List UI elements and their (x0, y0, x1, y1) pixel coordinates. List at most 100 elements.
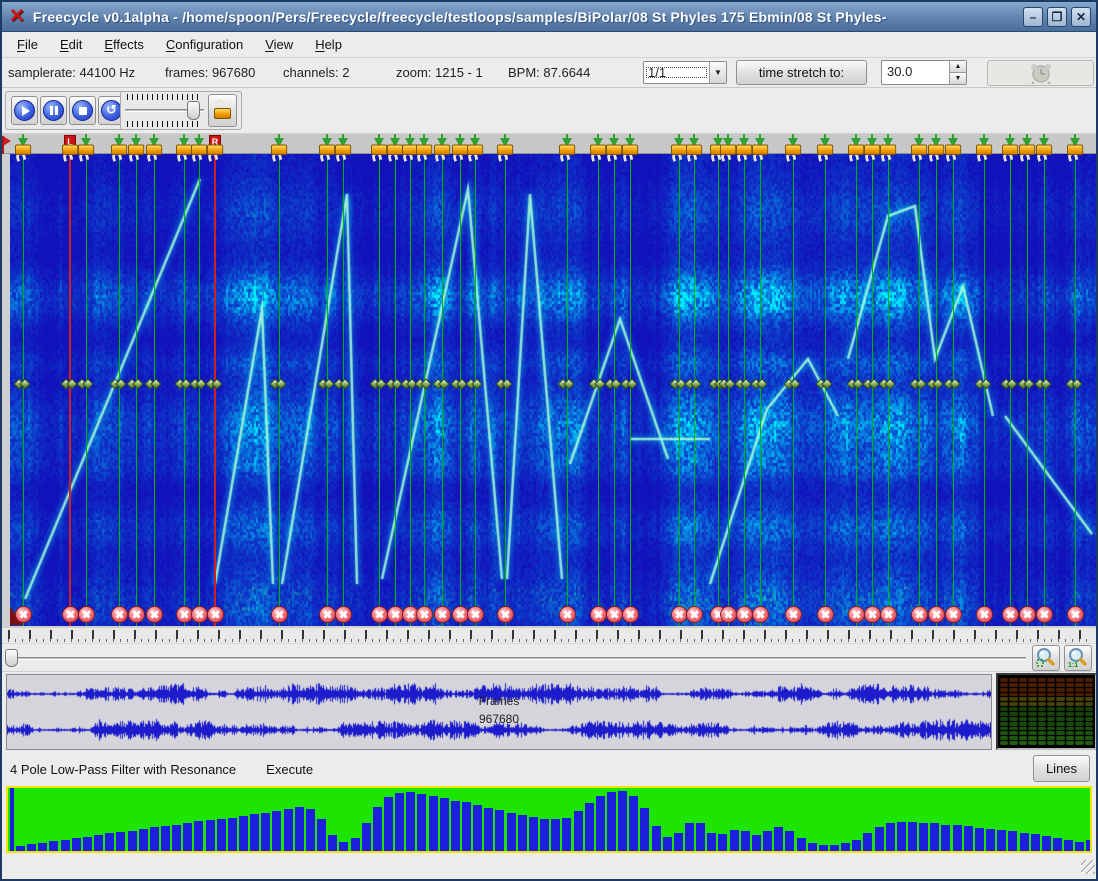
envelope-bar[interactable] (629, 796, 638, 851)
slice-diamond-handle[interactable] (686, 380, 698, 388)
slice-diamond-handle[interactable] (371, 380, 383, 388)
slice-delete-icon[interactable] (207, 606, 224, 623)
envelope-bar[interactable] (194, 821, 203, 851)
envelope-bar[interactable] (150, 827, 159, 851)
slice-delete-icon[interactable] (62, 606, 79, 623)
envelope-bar[interactable] (718, 834, 727, 851)
slice-delete-icon[interactable] (720, 606, 737, 623)
time-ruler[interactable] (2, 628, 1096, 644)
slice-diamond-handle[interactable] (402, 380, 414, 388)
envelope-bar[interactable] (930, 823, 939, 851)
slice-diamond-handle[interactable] (15, 380, 27, 388)
slice-diamond-handle[interactable] (62, 380, 74, 388)
slider-handle[interactable] (187, 101, 200, 120)
slice-diamond-handle[interactable] (434, 380, 446, 388)
envelope-bar[interactable] (83, 837, 92, 851)
envelope-bar[interactable] (395, 793, 404, 851)
slice-delete-icon[interactable] (335, 606, 352, 623)
envelope-bar[interactable] (239, 816, 248, 851)
waveform-overview[interactable]: Frames 967680 (6, 674, 992, 750)
envelope-bar[interactable] (417, 794, 426, 851)
envelope-bar[interactable] (953, 825, 962, 851)
envelope-bar[interactable] (94, 835, 103, 851)
slice-delete-icon[interactable] (497, 606, 514, 623)
envelope-bar[interactable] (741, 831, 750, 851)
envelope-bar[interactable] (618, 791, 627, 851)
envelope-bar[interactable] (875, 827, 884, 851)
envelope-bar[interactable] (228, 818, 237, 851)
slice-delete-icon[interactable] (1036, 606, 1053, 623)
envelope-bar[interactable] (986, 829, 995, 851)
envelope-bar[interactable] (707, 833, 716, 851)
envelope-bar[interactable] (785, 831, 794, 851)
slice-delete-icon[interactable] (319, 606, 336, 623)
envelope-bar[interactable] (10, 788, 14, 851)
slice-diamond-handle[interactable] (606, 380, 618, 388)
spin-up-icon[interactable]: ▲ (950, 61, 966, 73)
slice-delete-icon[interactable] (15, 606, 32, 623)
envelope-bar[interactable] (116, 832, 125, 851)
envelope-bar[interactable] (429, 796, 438, 851)
envelope-bar[interactable] (128, 831, 137, 851)
slice-diamond-handle[interactable] (720, 380, 732, 388)
slice-delete-icon[interactable] (1002, 606, 1019, 623)
envelope-bar[interactable] (495, 810, 504, 851)
slice-diamond-handle[interactable] (848, 380, 860, 388)
slice-delete-icon[interactable] (416, 606, 433, 623)
envelope-bar[interactable] (640, 808, 649, 851)
envelope-bar[interactable] (1053, 838, 1062, 851)
pause-button[interactable] (40, 96, 67, 125)
envelope-bar[interactable] (562, 818, 571, 851)
slice-diamond-handle[interactable] (452, 380, 464, 388)
envelope-bar[interactable] (72, 838, 81, 851)
slice-diamond-handle[interactable] (146, 380, 158, 388)
envelope-bar[interactable] (440, 798, 449, 851)
envelope-bar[interactable] (384, 797, 393, 851)
volume-slider[interactable] (125, 94, 204, 127)
slice-diamond-handle[interactable] (111, 380, 123, 388)
envelope-editor[interactable] (6, 786, 1092, 853)
envelope-bar[interactable] (49, 841, 58, 851)
hscroll-handle[interactable] (5, 649, 18, 667)
slice-delete-icon[interactable] (271, 606, 288, 623)
envelope-bar[interactable] (38, 843, 47, 851)
slice-diamond-handle[interactable] (1002, 380, 1014, 388)
slice-diamond-handle[interactable] (622, 380, 634, 388)
menu-configuration[interactable]: Configuration (155, 34, 254, 55)
slice-delete-icon[interactable] (1019, 606, 1036, 623)
envelope-bar[interactable] (797, 838, 806, 851)
envelope-bar[interactable] (808, 843, 817, 851)
envelope-bar[interactable] (61, 840, 70, 851)
envelope-bar[interactable] (908, 822, 917, 851)
envelope-bar[interactable] (362, 823, 371, 851)
menu-effects[interactable]: Effects (93, 34, 155, 55)
envelope-bar[interactable] (484, 808, 493, 851)
slice-diamond-handle[interactable] (911, 380, 923, 388)
slice-delete-icon[interactable] (371, 606, 388, 623)
envelope-bar[interactable] (941, 825, 950, 851)
envelope-bar[interactable] (897, 822, 906, 851)
execute-button[interactable]: Execute (266, 762, 313, 777)
slice-diamond-handle[interactable] (752, 380, 764, 388)
slice-delete-icon[interactable] (559, 606, 576, 623)
slice-delete-icon[interactable] (78, 606, 95, 623)
envelope-bar[interactable] (1086, 840, 1092, 851)
envelope-bar[interactable] (217, 819, 226, 851)
spin-down-icon[interactable]: ▼ (950, 73, 966, 84)
envelope-bar[interactable] (551, 819, 560, 851)
envelope-bar[interactable] (518, 815, 527, 851)
slice-diamond-handle[interactable] (945, 380, 957, 388)
envelope-bar[interactable] (852, 840, 861, 851)
slice-delete-icon[interactable] (1067, 606, 1084, 623)
slice-diamond-handle[interactable] (497, 380, 509, 388)
slice-diamond-handle[interactable] (335, 380, 347, 388)
envelope-bar[interactable] (663, 837, 672, 851)
envelope-bar[interactable] (172, 825, 181, 851)
chevron-down-icon[interactable]: ▼ (709, 62, 726, 83)
envelope-bar[interactable] (328, 835, 337, 851)
close-button[interactable]: ✕ (1071, 7, 1091, 27)
minimize-button[interactable]: – (1023, 7, 1043, 27)
menu-help[interactable]: Help (304, 34, 353, 55)
slice-delete-icon[interactable] (606, 606, 623, 623)
envelope-bar[interactable] (652, 826, 661, 851)
